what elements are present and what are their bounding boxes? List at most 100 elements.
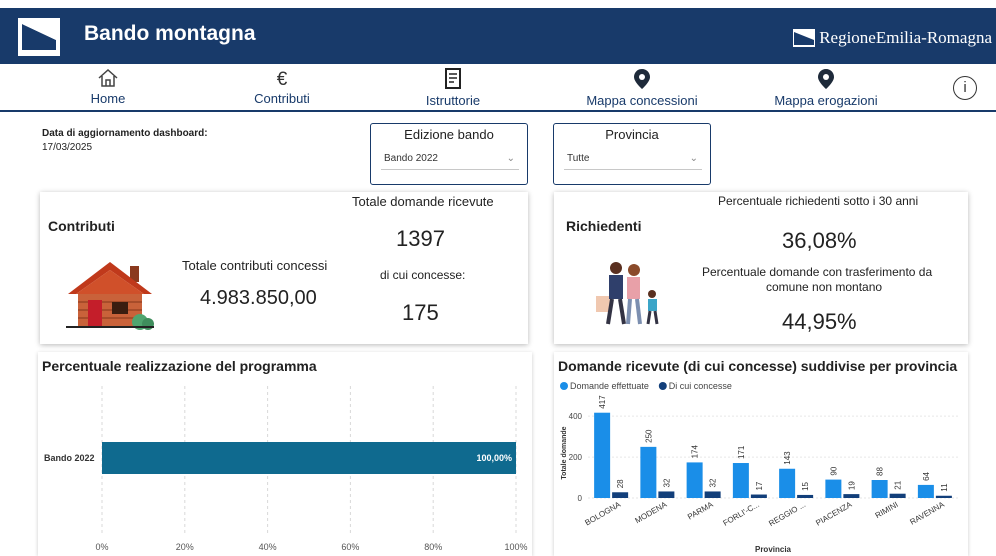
- top-strip: [0, 0, 996, 8]
- bar: [658, 491, 675, 498]
- document-icon: [445, 68, 461, 89]
- trasferimento-label-line2: comune non montano: [766, 280, 883, 294]
- bar: [750, 494, 767, 498]
- chevron-down-icon: ⌄: [689, 153, 698, 164]
- under30-value: 36,08%: [782, 228, 857, 253]
- x-category-label: BOLOGNA: [583, 500, 622, 528]
- bar: [102, 442, 516, 474]
- legend-label: Di cui concesse: [669, 381, 732, 391]
- app-title: Bando montagna: [84, 22, 256, 45]
- x-category-label: RAVENNA: [908, 500, 946, 527]
- bar-value-label: 64: [922, 471, 931, 480]
- nav-item-label: Contributi: [254, 91, 310, 106]
- bar: [732, 463, 749, 498]
- nav-item-label: Home: [90, 91, 126, 106]
- bar-value-label: 171: [737, 445, 746, 459]
- x-category-label: PIACENZA: [814, 500, 854, 528]
- region-flag-icon: [793, 29, 816, 47]
- nav-item-mappa-erogazioni[interactable]: Mappa erogazioni: [756, 68, 896, 108]
- program-chart-card: Percentuale realizzazione del programma …: [38, 352, 532, 556]
- under30-label: Percentuale richiedenti sotto i 30 anni: [718, 194, 919, 208]
- x-category-label: PARMA: [686, 500, 715, 522]
- province-chart-card: Domande ricevute (di cui concesse) suddi…: [554, 352, 968, 556]
- x-tick-label: 60%: [341, 542, 359, 552]
- nav-item-istruttorie[interactable]: Istruttorie: [383, 68, 523, 108]
- concesse-value: 175: [402, 300, 439, 325]
- filter-title: Provincia: [605, 127, 659, 142]
- info-icon[interactable]: i: [953, 76, 977, 100]
- legend-marker: [658, 382, 667, 390]
- filter-title: Edizione bando: [404, 127, 494, 142]
- filter-edizione-bando: Edizione bando Bando 2022 ⌄: [370, 123, 528, 185]
- contributi-card: Contributi Totale contributi concessi 4.…: [40, 192, 528, 344]
- house-icon: [66, 262, 154, 330]
- totale-contributi-label: Totale contributi concessi: [182, 258, 328, 273]
- x-category-label: MODENA: [633, 500, 668, 526]
- x-axis-label: Provincia: [755, 545, 792, 554]
- bar: [889, 493, 906, 498]
- richiedenti-card-title: Richiedenti: [566, 218, 642, 234]
- bar: [825, 479, 842, 498]
- bar-value-label: 100,00%: [476, 453, 512, 463]
- bar-value-label: 143: [783, 451, 792, 465]
- program-chart: 0% 20% 40% 60% 80% 100% Bando 2022 100,00%: [44, 386, 528, 552]
- nav-item-label: Mappa concessioni: [586, 93, 698, 108]
- dropdown-value: Tutte: [567, 153, 590, 164]
- bar: [594, 412, 611, 498]
- app-header: Bando montagna RegioneEmilia-Romagna: [0, 8, 996, 64]
- x-tick-label: 80%: [424, 542, 442, 552]
- map-pin-icon: [818, 69, 834, 89]
- x-tick-label: 20%: [176, 542, 194, 552]
- trasferimento-label-line1: Percentuale domande con trasferimento da: [702, 265, 933, 279]
- y-axis-label: Totale domande: [561, 426, 568, 479]
- nav-item-contributi[interactable]: € Contributi: [212, 68, 352, 106]
- bar: [704, 491, 721, 498]
- bar: [686, 462, 703, 498]
- nav-bar: Home € Contributi Istruttorie Mappa conc…: [0, 64, 996, 112]
- dropdown-value: Bando 2022: [384, 153, 438, 164]
- region-brand-logo: RegioneEmilia-Romagna: [793, 28, 992, 48]
- legend-marker: [560, 382, 568, 390]
- app-logo-icon: [16, 16, 62, 58]
- nav-item-home[interactable]: Home: [38, 68, 178, 106]
- legend-label: Domande effettuate: [570, 381, 649, 391]
- chevron-down-icon: ⌄: [506, 153, 515, 164]
- bar-value-label: 17: [755, 481, 764, 490]
- bar: [640, 446, 657, 498]
- bar-value-label: 32: [662, 478, 671, 487]
- totale-domande-value: 1397: [396, 226, 445, 251]
- bar-value-label: 19: [847, 481, 856, 490]
- concesse-label: di cui concesse:: [380, 268, 466, 282]
- richiedenti-card: Richiedenti Percentuale richiedenti sott…: [554, 192, 968, 344]
- y-tick-label: 0: [578, 494, 583, 503]
- bar-value-label: 15: [801, 481, 810, 490]
- x-category-label: FORLI'-C...: [722, 500, 761, 528]
- map-pin-icon: [634, 69, 650, 89]
- bar-value-label: 28: [616, 479, 625, 488]
- bar: [797, 494, 814, 498]
- provincia-dropdown[interactable]: Tutte ⌄: [564, 150, 702, 170]
- y-tick-label: 400: [569, 412, 583, 421]
- x-tick-label: 100%: [504, 542, 527, 552]
- bar-value-label: 90: [829, 466, 838, 475]
- update-date-label: Data di aggiornamento dashboard:: [42, 128, 208, 139]
- province-chart: Domande effettuate Di cui concesse 0 200 400…: [560, 381, 958, 554]
- nav-item-label: Istruttorie: [425, 93, 481, 108]
- region-brand-text: RegioneEmilia-Romagna: [819, 28, 992, 47]
- nav-item-mappa-concessioni[interactable]: Mappa concessioni: [572, 68, 712, 108]
- program-chart-title: Percentuale realizzazione del programma: [42, 358, 317, 374]
- bar-value-label: 21: [894, 480, 903, 489]
- home-icon: [98, 68, 118, 87]
- bar-value-label: 174: [691, 445, 700, 459]
- filter-provincia: Provincia Tutte ⌄: [553, 123, 711, 185]
- bar-value-label: 32: [709, 478, 718, 487]
- nav-item-label: Mappa erogazioni: [774, 93, 878, 108]
- edizione-bando-dropdown[interactable]: Bando 2022 ⌄: [381, 150, 519, 170]
- x-category-label: REGGIO ...: [767, 500, 807, 528]
- province-chart-title: Domande ricevute (di cui concesse) suddi…: [558, 358, 958, 374]
- y-category-label: Bando 2022: [44, 453, 95, 463]
- bar-value-label: 11: [940, 483, 949, 492]
- totale-contributi-value: 4.983.850,00: [200, 287, 317, 309]
- bar-value-label: 250: [644, 429, 653, 443]
- euro-icon: €: [277, 69, 288, 88]
